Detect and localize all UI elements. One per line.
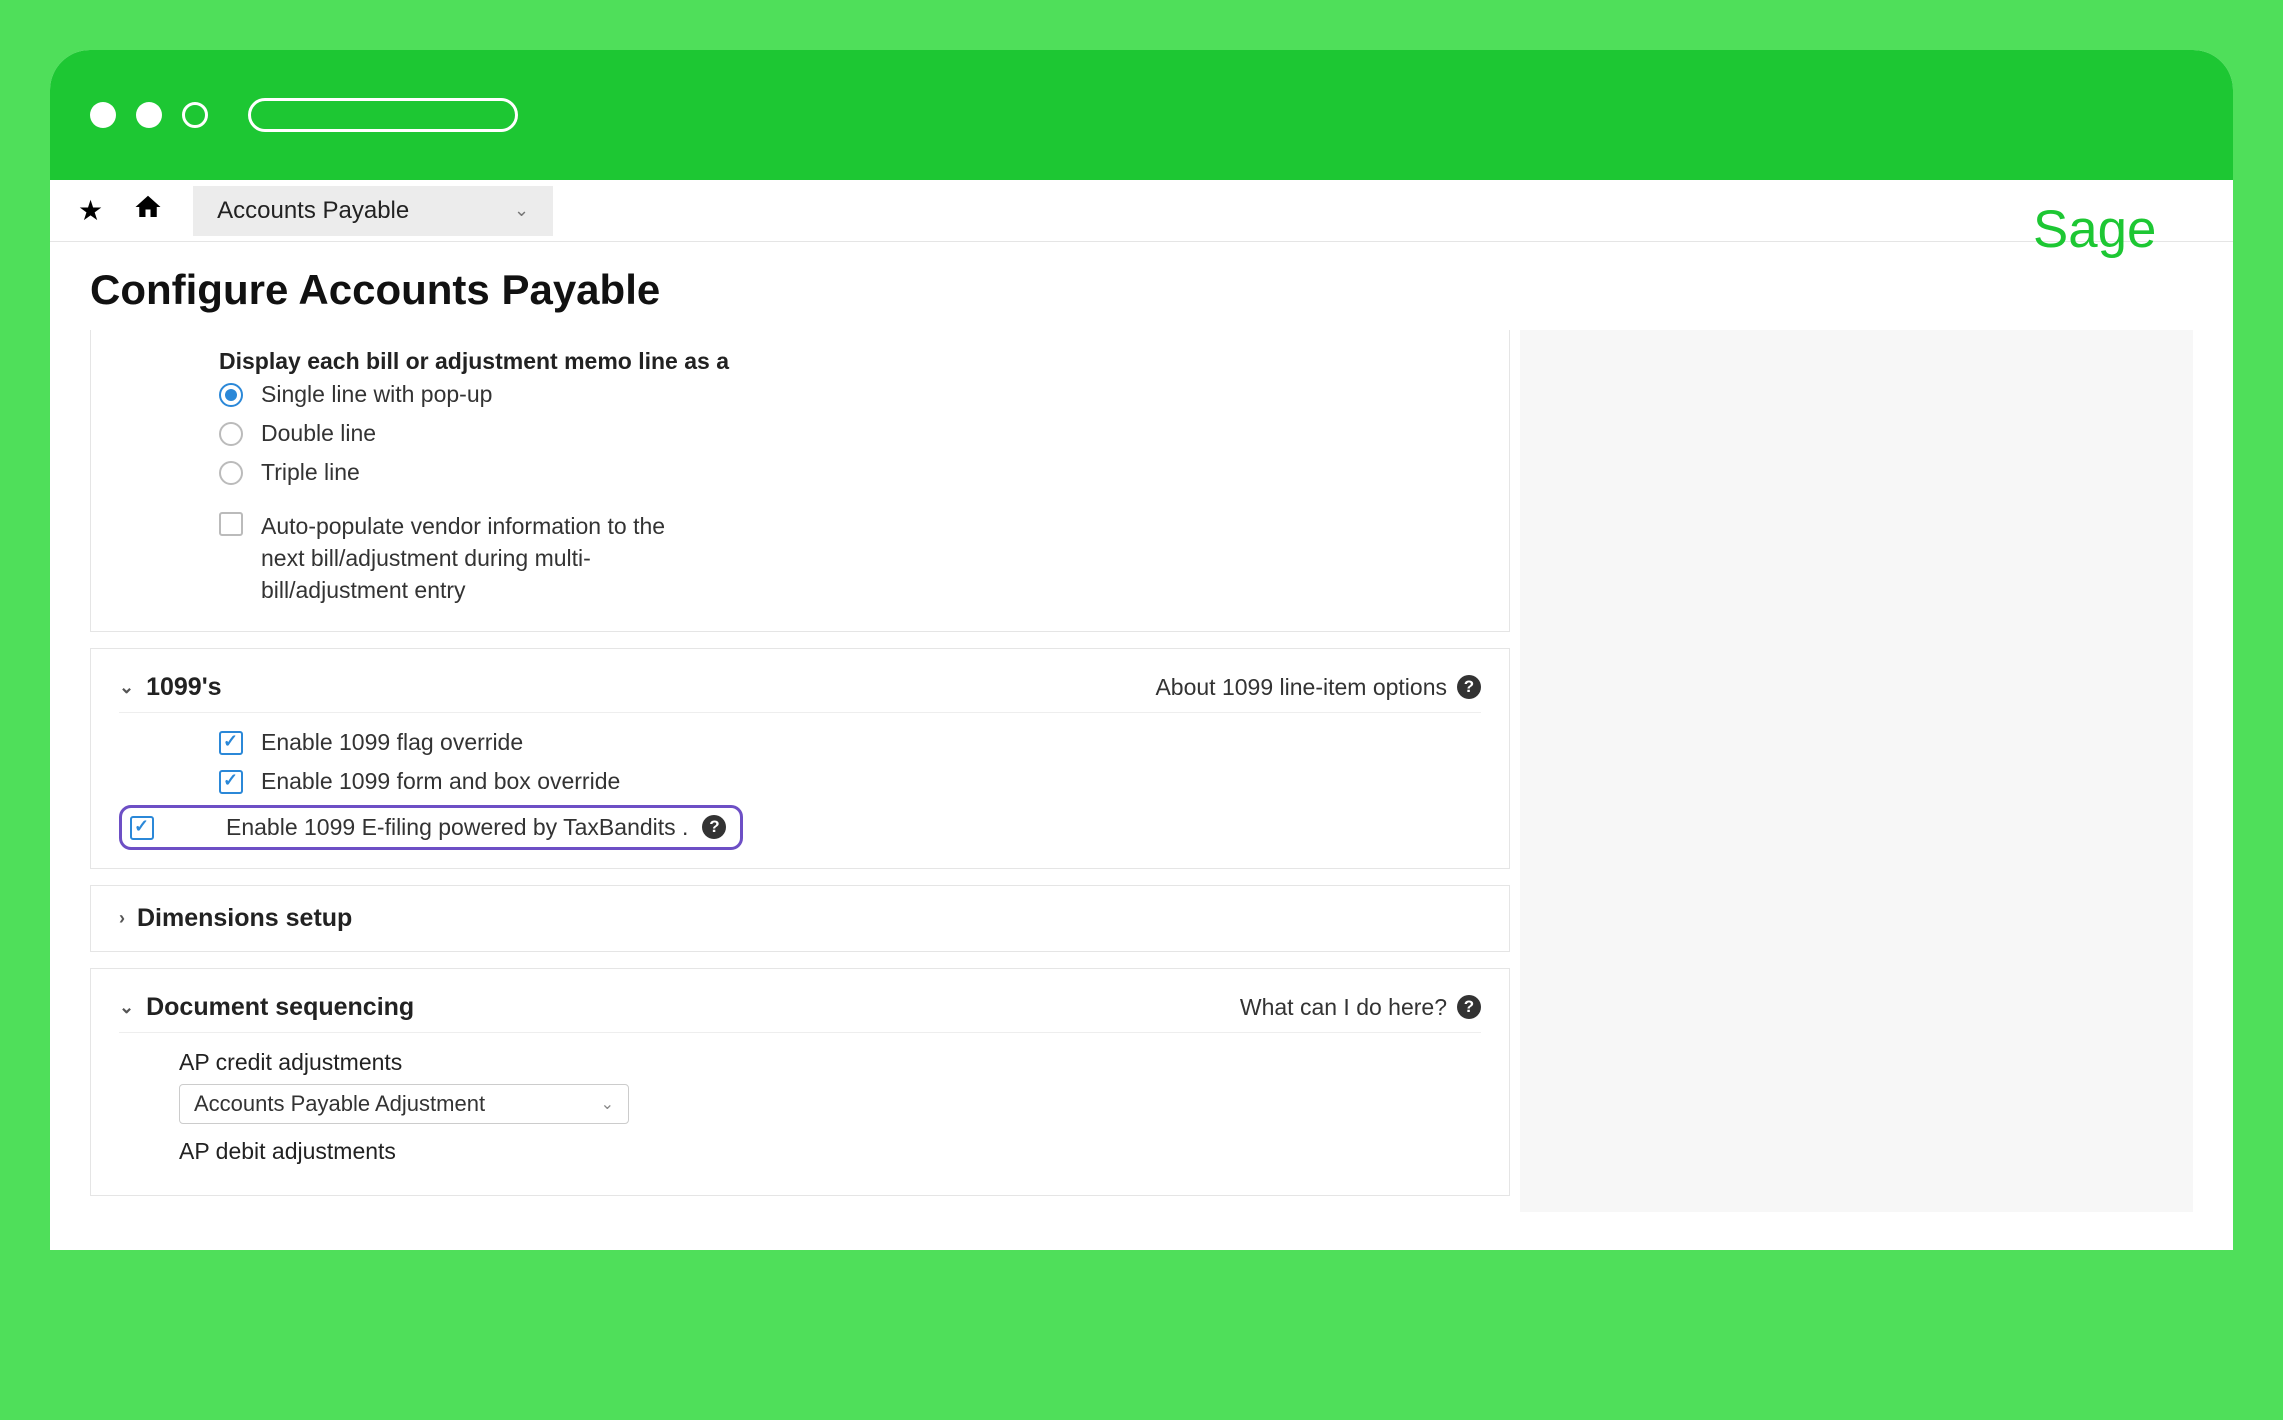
field-ap-debit: AP debit adjustments [119, 1128, 1481, 1177]
help-text: About 1099 line-item options [1155, 674, 1447, 701]
radio-label: Triple line [261, 459, 360, 486]
url-bar[interactable] [248, 98, 518, 132]
window-dot-min[interactable] [136, 102, 162, 128]
side-panel [1520, 330, 2193, 1212]
radio-label: Double line [261, 420, 376, 447]
checkbox-1099-efiling-highlighted[interactable]: Enable 1099 E-filing powered by TaxBandi… [119, 805, 743, 850]
sage-logo: Sage [2033, 190, 2193, 297]
section-1099: ⌄ 1099's About 1099 line-item options ? … [90, 648, 1510, 869]
checkbox-1099-flag-override[interactable]: Enable 1099 flag override [119, 723, 1481, 762]
radio-single-line[interactable]: Single line with pop-up [119, 375, 1481, 414]
star-icon[interactable]: ★ [78, 194, 103, 227]
field-label: AP debit adjustments [179, 1138, 1481, 1173]
svg-text:Sage: Sage [2033, 200, 2156, 259]
panel-column: Display each bill or adjustment memo lin… [90, 330, 1510, 1212]
home-icon[interactable] [133, 192, 163, 230]
checkbox-1099-form-box-override[interactable]: Enable 1099 form and box override [119, 762, 1481, 801]
field-ap-credit: AP credit adjustments Accounts Payable A… [119, 1033, 1481, 1128]
help-text: What can I do here? [1240, 994, 1447, 1021]
section-docseq-help[interactable]: What can I do here? ? [1240, 994, 1481, 1021]
radio-label: Single line with pop-up [261, 381, 492, 408]
app-content: ★ Accounts Payable ⌄ Sage Configure Acco… [50, 180, 2233, 1212]
radio-icon [219, 383, 243, 407]
chevron-down-icon: ⌄ [119, 997, 134, 1018]
checkbox-label: Enable 1099 E-filing powered by TaxBandi… [226, 814, 688, 841]
module-dropdown[interactable]: Accounts Payable ⌄ [193, 186, 553, 236]
section-dimensions: › Dimensions setup [90, 885, 1510, 952]
section-dimensions-header[interactable]: › Dimensions setup [119, 904, 1481, 933]
radio-double-line[interactable]: Double line [119, 414, 1481, 453]
chevron-right-icon: › [119, 908, 125, 929]
section-document-sequencing: ⌄ Document sequencing What can I do here… [90, 968, 1510, 1196]
checkbox-label: Auto-populate vendor information to the … [261, 510, 691, 607]
help-icon[interactable]: ? [702, 815, 726, 839]
section-title: Dimensions setup [137, 904, 352, 933]
chevron-down-icon: ⌄ [601, 1094, 614, 1114]
chevron-down-icon: ⌄ [514, 200, 529, 221]
field-label: AP credit adjustments [179, 1049, 1481, 1084]
radio-triple-line[interactable]: Triple line [119, 453, 1481, 492]
module-label: Accounts Payable [217, 197, 409, 225]
checkbox-label: Enable 1099 flag override [261, 729, 523, 756]
checkbox-label: Enable 1099 form and box override [261, 768, 620, 795]
section-1099-header[interactable]: ⌄ 1099's About 1099 line-item options ? [119, 667, 1481, 713]
section-docseq-header[interactable]: ⌄ Document sequencing What can I do here… [119, 987, 1481, 1033]
window-dot-max[interactable] [182, 102, 208, 128]
display-options-panel: Display each bill or adjustment memo lin… [90, 330, 1510, 632]
help-icon: ? [1457, 995, 1481, 1019]
check-list-1099: Enable 1099 flag override Enable 1099 fo… [119, 713, 1481, 850]
chevron-down-icon: ⌄ [119, 677, 134, 698]
window-dots [90, 102, 208, 128]
page-title: Configure Accounts Payable [50, 242, 2233, 330]
select-ap-credit[interactable]: Accounts Payable Adjustment ⌄ [179, 1084, 629, 1124]
window-dot-close[interactable] [90, 102, 116, 128]
checkbox-icon [219, 512, 243, 536]
checkbox-icon [219, 770, 243, 794]
section-title: 1099's [146, 673, 221, 702]
browser-chrome [50, 50, 2233, 180]
radio-icon [219, 422, 243, 446]
display-group-label: Display each bill or adjustment memo lin… [119, 348, 1481, 375]
main-area: Display each bill or adjustment memo lin… [50, 330, 2233, 1212]
section-title: Document sequencing [146, 993, 414, 1022]
browser-window: ★ Accounts Payable ⌄ Sage Configure Acco… [50, 50, 2233, 1250]
topbar: ★ Accounts Payable ⌄ [50, 180, 2233, 242]
select-value: Accounts Payable Adjustment [194, 1091, 485, 1117]
radio-icon [219, 461, 243, 485]
checkbox-icon [219, 731, 243, 755]
checkbox-icon [130, 816, 154, 840]
checkbox-auto-populate[interactable]: Auto-populate vendor information to the … [119, 492, 1481, 613]
help-icon: ? [1457, 675, 1481, 699]
section-1099-help[interactable]: About 1099 line-item options ? [1155, 674, 1481, 701]
